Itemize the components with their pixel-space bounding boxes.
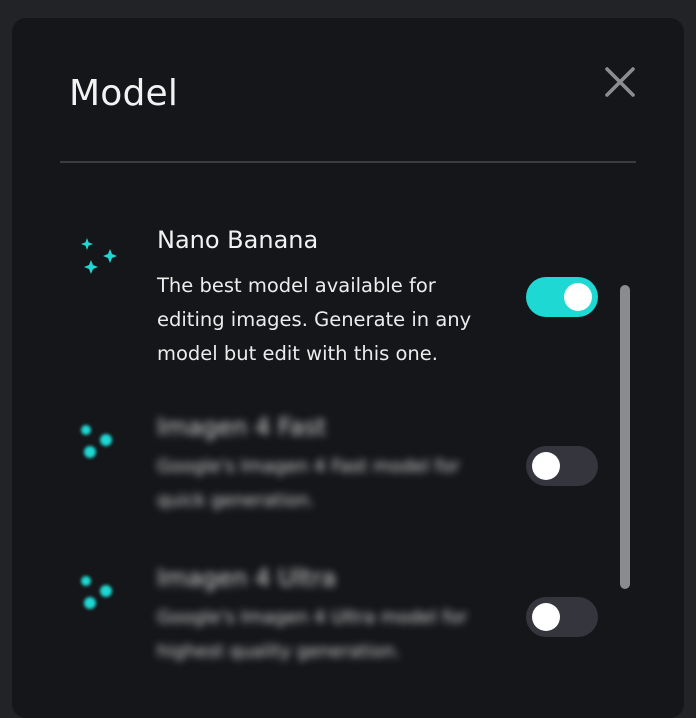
model-toggle[interactable] [526, 597, 598, 637]
model-description: The best model available for editing ima… [157, 274, 472, 365]
header-divider [60, 161, 636, 163]
toggle-knob [564, 283, 592, 311]
scrollbar[interactable] [620, 285, 630, 589]
sparkle-icon [81, 238, 117, 274]
model-dialog: Model Nano Banana The best model availab… [12, 18, 684, 718]
model-description: Google's Imagen 4 Ultra model for highes… [157, 607, 468, 662]
model-description: Google's Imagen 4 Fast model for quick g… [157, 456, 460, 511]
model-name: Imagen 4 Fast [157, 413, 327, 441]
close-icon [605, 67, 635, 97]
dialog-title: Model [69, 73, 179, 114]
sparkle-icon [81, 425, 112, 458]
model-name: Nano Banana [157, 226, 319, 254]
model-toggle[interactable] [526, 277, 598, 317]
toggle-knob [532, 452, 560, 480]
toggle-knob [532, 603, 560, 631]
model-toggle[interactable] [526, 446, 598, 486]
close-button[interactable] [600, 62, 640, 102]
model-name: Imagen 4 Ultra [157, 564, 337, 592]
sparkle-icon [81, 576, 112, 609]
